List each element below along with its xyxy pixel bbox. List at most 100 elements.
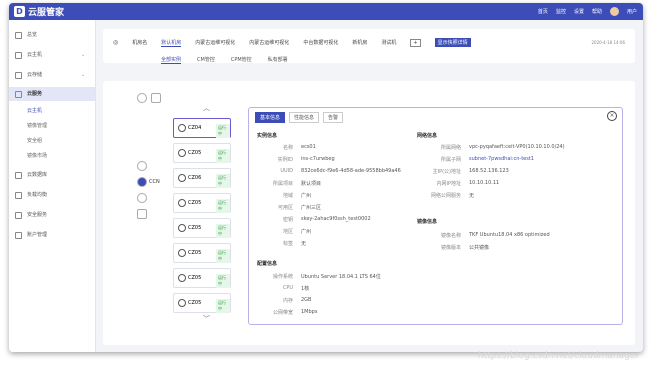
content-area: ︿ CCN CZ04 运行中 CZ05 运行中 CZ06 运行中 CZ05 运行中 CZ… [103,81,635,345]
sidebar-item-storage[interactable]: 云存储 [15,70,42,80]
date-text: 2020-4-18 14:06 [591,40,626,45]
kv-row: 密钥 skey-2ahac9f0ssh_test0002 [282,216,371,223]
sidebar-subitem-market[interactable]: 镜像市场 [27,152,47,159]
watermark: https://blog.csdn.net/cloudmanager [477,351,639,361]
location-icon: ◎ [113,39,119,46]
subtab-cm[interactable]: CM管控 [197,56,215,64]
breadcrumb[interactable]: 机房名 [132,39,147,46]
sidebar-item-cloud-service[interactable]: 云服务 [15,89,42,99]
kv-row: 实例ID ins-c7urwbeg [277,156,335,163]
chevron-down-icon: ⌄ [81,72,86,78]
subtab-cpm[interactable]: CPM管控 [231,56,252,64]
tab-4[interactable]: 新机房 [352,39,367,46]
kv-row: 所属子网 subnet-7pwsdhai:cn-test1 [440,156,534,163]
tab-5[interactable]: 测试机 [381,39,396,46]
snapshot-button[interactable]: 显示快照详情 [434,38,471,47]
server-icon [178,199,186,207]
server-icon [178,224,186,232]
overview-icon [15,31,22,39]
vm-card[interactable]: CZ05 运行中 [173,193,231,213]
server-icon [178,174,186,182]
tab-3[interactable]: 中台数据可视化 [303,39,338,46]
sidebar-item-db[interactable]: 云数据库 [15,170,47,180]
section-instance: 实例信息 [257,133,278,139]
kv-row: 所属网络 vpc-pyqafaeft:ceit-VP0(10.10.10.0/24… [440,144,565,151]
tab-2[interactable]: 内蒙古运维可视化 [249,39,289,46]
kv-row: 标签无 [282,241,307,247]
tabs: ◎ 机房名 默认机房 内蒙古运维可视化 内蒙古运维可视化 中台数据可视化 新机房… [113,38,471,47]
sidebar-subitem-secgroup[interactable]: 安全组 [27,137,42,144]
section-image: 镜像信息 [417,219,438,225]
panel-tab-alarm[interactable]: 告警 [323,112,344,123]
app-brand: 云服管家 [28,8,65,18]
sidebar-item-hosts[interactable]: 云主机 [15,50,42,60]
nav-monitor[interactable]: 监控 [556,8,566,15]
user-icon [15,231,22,239]
sub-tabs: 全部实例 CM管控 CPM管控 私有部署 [161,56,288,64]
host-icon [15,51,22,59]
ccn-icon[interactable] [137,177,147,187]
sidebar-subitem-image[interactable]: 镜像管理 [27,122,47,129]
tab-1[interactable]: 内蒙古运维可视化 [195,39,235,46]
tab-bar: ◎ 机房名 默认机房 内蒙古运维可视化 内蒙古运维可视化 中台数据可视化 新机房… [103,29,635,64]
kv-row: 内存 2GB [282,297,312,304]
kv-row: 名称 ecs01 [282,144,316,151]
kv-row: UUID 832ce6dc-f9e6-4d58-ade-9558bb49a46 [280,168,401,174]
server-icon [178,274,186,282]
detail-panel: 基本信息 性能信息 告警 × 实例信息 名称 ecs01 实例ID ins-c7ur… [248,107,623,325]
kv-row: 地域 广州 [282,193,312,199]
vm-card[interactable]: CZ05 运行中 [173,243,231,263]
subtab-private[interactable]: 私有部署 [268,56,288,64]
kv-row: 内网IP地址 10.10.10.11 [436,180,500,187]
server-icon [178,149,186,157]
nav-settings[interactable]: 设置 [574,8,584,15]
view-list-icon[interactable] [151,93,161,103]
sidebar-item-security[interactable]: 安全服务 [15,210,47,220]
cloud-icon [15,90,22,98]
server-icon [178,249,186,257]
vm-card[interactable]: CZ06 运行中 [173,168,231,188]
user-name[interactable]: 用户 [627,8,637,15]
vm-card[interactable]: CZ05 运行中 [173,268,231,288]
view-grid-icon[interactable] [137,93,147,103]
top-bar: D 云服管家 首页 监控 设置 帮助 用户 [9,3,643,20]
sidebar-item-overview[interactable]: 总览 [15,30,37,40]
panel-tab-perf[interactable]: 性能信息 [289,112,320,123]
sidebar-subitem-host[interactable]: 云主机 [27,107,42,114]
table-icon[interactable] [137,209,147,219]
vm-card[interactable]: CZ05 运行中 [173,143,231,163]
vm-card[interactable]: CZ04 运行中 [173,118,231,138]
kv-row: 所属项目 默认项目 [272,181,322,187]
panel-tabs: 基本信息 性能信息 告警 [255,112,344,123]
vm-card[interactable]: CZ05 运行中 [173,218,231,238]
zoom-in-icon[interactable] [137,161,147,171]
kv-row: 镜像名称 TKF Ubuntu18.04 x86 optimized [440,232,550,239]
ccn-label: CCN [149,179,160,185]
nav-home[interactable]: 首页 [538,8,548,15]
vm-card[interactable]: CZ05 运行中 [173,293,231,313]
subnet-link[interactable]: subnet-7pwsdhai:cn-test1 [469,156,534,163]
nav-help[interactable]: 帮助 [592,8,602,15]
kv-row: 网络公网服务无 [430,193,475,199]
subtab-all[interactable]: 全部实例 [161,56,182,64]
kv-row: 公网带宽 1Mbps [272,309,318,316]
sidebar-item-lb[interactable]: 负载均衡 [15,190,47,200]
sidebar: 总览 云主机 ⌄ 云存储 ⌄ 云服务 云主机 镜像管理 安全组 镜像市场 云数据… [9,20,96,352]
sidebar-item-account[interactable]: 账户管理 [15,230,47,240]
refresh-icon[interactable] [137,193,147,203]
avatar[interactable] [609,7,619,16]
tab-default[interactable]: 默认机房 [161,39,182,47]
storage-icon [15,71,22,79]
close-icon[interactable]: × [607,111,617,121]
shield-icon [15,211,22,219]
kv-row: 主IP(公)地址 168.52.136.123 [432,168,509,175]
balance-icon [15,191,22,199]
chevron-down-icon: ⌄ [81,52,86,58]
server-icon [178,299,186,307]
add-tab-icon[interactable]: + [410,38,421,47]
chevron-down-icon[interactable]: ﹀ [203,314,210,324]
database-icon [15,171,22,179]
kv-row: 镜像版本 公共镜像 [440,245,490,251]
panel-tab-basic[interactable]: 基本信息 [255,112,286,123]
chevron-up-icon[interactable]: ︿ [203,103,210,113]
